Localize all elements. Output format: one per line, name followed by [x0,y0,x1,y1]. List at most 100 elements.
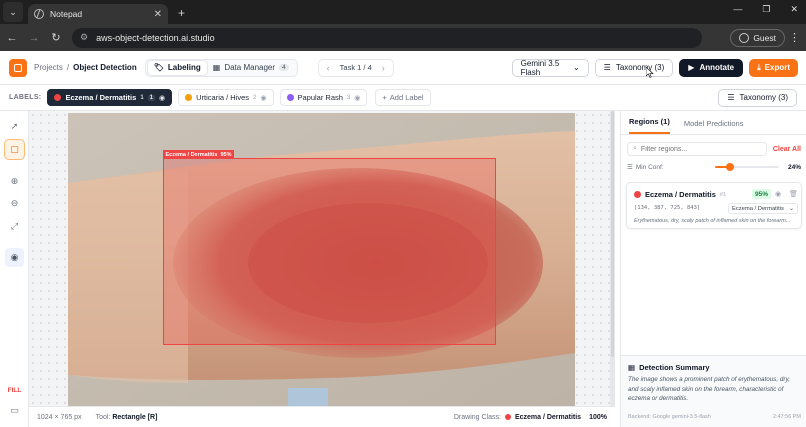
taxonomy-button[interactable]: ☰ Taxonomy (3) [594,58,674,77]
drawing-class: Eczema / Dermatitis [514,413,582,421]
summary-grid-icon: ▦ [628,363,636,372]
min-confidence-row: ☰ Min Conf: 24% [627,162,801,172]
folder-icon[interactable]: ▭ [5,401,24,420]
rectangle-tool-icon[interactable]: ▢ [5,140,24,159]
tool-prefix: Tool: [95,413,111,421]
fill-toggle[interactable]: FILL [4,387,25,394]
grid-icon: ▦ [212,63,221,72]
restore-icon[interactable]: ❐ [762,4,770,15]
label-color-dot [185,94,193,101]
browser-tab[interactable]: Notepad ✕ [28,4,168,24]
select-cursor-icon[interactable]: ➚ [5,117,24,136]
address-bar[interactable]: ⚙ aws-object-detection.ai.studio [72,27,702,48]
tab-search-chevron-icon[interactable]: ⌄ [3,2,23,22]
tool-name: Rectangle [R] [112,413,158,421]
breadcrumb: Projects / Object Detection [34,63,137,72]
browser-tabstrip: ⌄ Notepad ✕ + — ❐ ✕ [0,0,806,24]
app-header: Projects / Object Detection 🏷 Labeling ▦… [0,51,806,85]
site-settings-icon[interactable]: ⚙ [80,32,88,43]
min-confidence-slider[interactable] [715,163,779,171]
annotation-canvas[interactable]: Eczema / Dermatitis 95% [29,111,615,406]
close-tab-icon[interactable]: ✕ [154,9,162,20]
label-chip-eczema[interactable]: Eczema / Dermatitis 1 1 ◉ [47,89,173,106]
region-name: Eczema / Dermatitis [645,190,716,199]
region-card[interactable]: Eczema / Dermatitis #1 95% ◉ 🗑 [134, 387… [626,182,802,229]
label-count: 2 [253,94,257,101]
panel-resize-handle[interactable] [610,111,615,406]
eye-icon[interactable]: ◉ [260,94,266,102]
tool-rail: ➚ ▢ ⊕ ⊖ ⤢ ◉ FILL ▭ [0,111,29,427]
search-icon: ⌕ [633,145,637,152]
profile-button[interactable]: Guest [730,28,785,47]
zoom-out-icon[interactable]: ⊖ [5,194,24,213]
data-manager-count-badge: 4 [279,64,289,71]
eye-icon[interactable]: ◉ [775,190,781,198]
back-arrow-icon[interactable]: ← [2,32,22,44]
panel-tabs: Regions (1) Model Predictions [621,111,806,135]
person-icon [739,32,750,43]
min-conf-label: Min Conf: [635,163,664,171]
tab-model-predictions[interactable]: Model Predictions [684,119,744,134]
next-task-chevron-icon[interactable]: › [382,63,385,73]
plus-icon: + [382,93,387,102]
tab-data-manager[interactable]: ▦ Data Manager 4 [207,61,295,75]
trash-icon[interactable]: 🗑 [789,190,798,198]
detection-summary: ▦ Detection Summary The image shows a pr… [621,355,806,427]
bounding-box-eczema[interactable]: Eczema / Dermatitis 95% [162,150,496,345]
app-logo-icon[interactable] [9,58,27,77]
label-color-dot [54,94,62,101]
breadcrumb-projects[interactable]: Projects [34,63,63,72]
globe-icon [34,9,44,19]
region-description: Erythematous, dry, scaly patch of inflam… [634,218,791,224]
minimize-icon[interactable]: — [733,4,742,15]
more-vert-icon[interactable]: ⋮ [789,31,800,44]
export-button[interactable]: ⤓ Export [749,58,798,77]
right-panel: Regions (1) Model Predictions ⌕ Clear Al… [620,111,806,427]
annotate-button[interactable]: ▶ Annotate [679,58,744,77]
reload-icon[interactable]: ↻ [46,31,66,44]
label-count: 1 [140,94,144,101]
taxonomy-button-secondary[interactable]: ☰ Taxonomy (3) [718,88,797,107]
label-count: 3 [346,94,351,101]
label-chip-papular[interactable]: Papular Rash 3 ◉ [279,89,368,106]
status-bar: 1024 × 765 px Tool: Rectangle [R] Drawin… [29,406,615,427]
prev-task-chevron-icon[interactable]: ‹ [327,63,330,73]
mouse-cursor-icon [646,67,654,78]
eye-icon[interactable]: ◉ [354,94,360,102]
summary-title: Detection Summary [639,363,710,372]
fit-screen-icon[interactable]: ⤢ [5,217,24,236]
bounding-box-label: Eczema / Dermatitis 95% [162,150,235,159]
download-icon: ⤓ [757,62,761,72]
filter-lines-icon: ☰ [627,164,633,171]
task-counter: Task 1 / 4 [339,63,372,72]
filter-regions-field: ⌕ [627,142,767,156]
browser-toolbar: ← → ↻ ⚙ aws-object-detection.ai.studio G… [0,24,806,51]
chevron-down-icon: ⌄ [572,63,580,72]
mode-switcher: 🏷 Labeling ▦ Data Manager 4 [144,58,298,77]
filter-regions-input[interactable] [640,145,761,153]
label-hotkey: 1 [147,94,155,101]
region-class-select[interactable]: Eczema / Dermatitis ⌄ [728,203,798,214]
forward-arrow-icon[interactable]: → [24,32,44,44]
close-window-icon[interactable]: ✕ [790,4,798,15]
clear-all-button[interactable]: Clear All [773,146,801,153]
window-controls: — ❐ ✕ [733,4,798,15]
breadcrumb-current: Object Detection [73,63,137,72]
tag-icon: 🏷 [153,63,164,72]
visibility-eye-icon[interactable]: ◉ [5,248,24,267]
tab-regions[interactable]: Regions (1) [629,117,670,134]
min-conf-value: 24% [787,163,801,171]
new-tab-plus-icon[interactable]: + [178,6,185,20]
zoom-in-icon[interactable]: ⊕ [5,172,24,191]
label-chip-urticaria[interactable]: Urticaria / Hives 2 ◉ [178,89,274,106]
tab-labeling[interactable]: 🏷 Labeling [147,60,207,75]
region-coords: [134, 387, 725, 843] [634,205,701,211]
model-select[interactable]: Gemini 3.5 Flash ⌄ [511,58,589,77]
slider-knob[interactable] [726,163,735,171]
confidence-badge: 95% [752,189,772,199]
labels-bar: LABELS: Eczema / Dermatitis 1 1 ◉ Urtica… [0,85,806,111]
drawing-class-prefix: Drawing Class: [453,413,501,421]
eye-icon[interactable]: ◉ [159,94,165,102]
zoom-level: 100% [589,413,607,421]
add-label-button[interactable]: + Add Label [375,89,431,106]
